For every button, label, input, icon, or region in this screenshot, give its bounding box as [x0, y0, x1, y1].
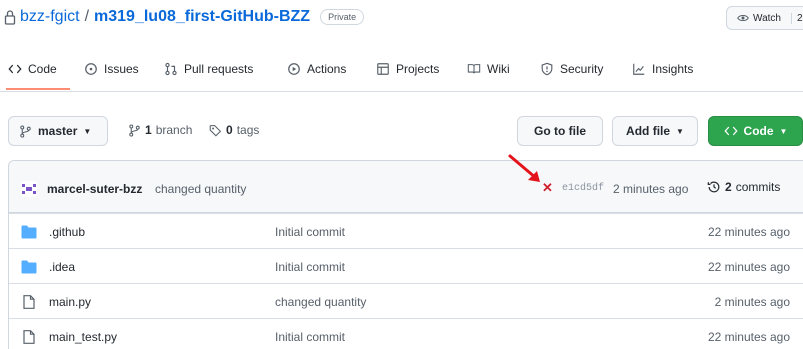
tab-issues-label: Issues — [104, 62, 139, 76]
branches-link[interactable]: 1 branch — [128, 123, 192, 137]
file-commit-message-link[interactable]: changed quantity — [275, 295, 366, 309]
folder-icon — [21, 260, 37, 274]
tag-count: 0 — [226, 123, 233, 137]
tab-projects[interactable]: Projects — [376, 62, 439, 76]
visibility-badge: Private — [320, 9, 365, 25]
repo-lock-icon — [4, 10, 16, 25]
file-icon — [23, 330, 35, 344]
tab-insights-label: Insights — [652, 62, 694, 76]
repo-owner-link[interactable]: bzz-fgict — [20, 8, 80, 26]
branch-select-button[interactable]: master ▼ — [8, 116, 108, 146]
file-name-link[interactable]: main_test.py — [49, 330, 117, 344]
git-pull-request-icon — [165, 62, 177, 76]
branch-name: master — [38, 124, 78, 138]
go-to-file-label: Go to file — [534, 124, 586, 138]
code-dropdown-button[interactable]: Code ▼ — [708, 116, 803, 146]
branch-count: 1 — [145, 123, 152, 137]
file-row[interactable]: .github Initial commit 22 minutes ago — [9, 213, 803, 248]
eye-icon — [737, 14, 749, 22]
tab-projects-label: Projects — [396, 62, 440, 76]
watch-count: 2 — [790, 12, 803, 24]
code-icon — [8, 64, 22, 74]
add-file-label: Add file — [626, 124, 671, 138]
annotation-arrow-icon — [508, 154, 540, 182]
tab-code-label: Code — [28, 62, 57, 76]
git-branch-icon — [129, 123, 140, 137]
file-name-link[interactable]: .idea — [49, 260, 75, 274]
issue-opened-icon — [85, 63, 97, 75]
chevron-down-icon: ▼ — [779, 126, 788, 136]
file-name-link[interactable]: main.py — [49, 295, 91, 309]
table-icon — [377, 63, 389, 75]
repo-nav: Code Issues Pull requests Actions Projec… — [0, 54, 803, 92]
tag-word: tags — [236, 123, 260, 137]
graph-icon — [633, 63, 645, 75]
file-row[interactable]: main_test.py Initial commit 22 minutes a… — [9, 318, 803, 349]
watch-label: Watch — [753, 12, 781, 24]
file-commit-time: 22 minutes ago — [707, 330, 790, 344]
tab-pull-requests-label: Pull requests — [184, 62, 254, 76]
chevron-down-icon: ▼ — [676, 126, 684, 136]
repo-path-separator: / — [84, 8, 90, 25]
file-commit-message-link[interactable]: Initial commit — [275, 225, 345, 239]
file-icon — [23, 295, 35, 309]
active-tab-underline — [6, 88, 70, 90]
tab-wiki-label: Wiki — [487, 62, 510, 76]
commit-time: 2 minutes ago — [613, 182, 689, 196]
tab-wiki[interactable]: Wiki — [467, 62, 510, 76]
repo-title: bzz-fgict / m319_lu08_first-GitHub-BZZ P… — [4, 8, 365, 26]
folder-icon — [21, 225, 37, 239]
latest-commit-bar: marcel-suter-bzz changed quantity ✕ e1cd… — [9, 161, 803, 213]
tab-security[interactable]: Security — [540, 62, 603, 76]
book-icon — [467, 64, 481, 74]
file-commit-time: 22 minutes ago — [707, 225, 790, 239]
file-commit-message-link[interactable]: Initial commit — [275, 330, 345, 344]
git-branch-icon — [20, 124, 31, 138]
add-file-button[interactable]: Add file ▼ — [612, 116, 698, 146]
repo-name-link[interactable]: m319_lu08_first-GitHub-BZZ — [94, 8, 310, 26]
commits-history-link[interactable]: 2 commits — [707, 180, 780, 194]
tab-code[interactable]: Code — [8, 62, 57, 76]
watch-button[interactable]: Watch 2 — [726, 6, 803, 30]
avatar[interactable] — [21, 181, 37, 197]
file-row[interactable]: .idea Initial commit 22 minutes ago — [9, 248, 803, 283]
go-to-file-button[interactable]: Go to file — [517, 116, 603, 146]
commit-author-link[interactable]: marcel-suter-bzz — [47, 182, 142, 196]
shield-icon — [541, 62, 553, 76]
commit-count: 2 — [725, 180, 732, 194]
tags-link[interactable]: 0 tags — [209, 123, 259, 137]
tab-security-label: Security — [560, 62, 604, 76]
play-icon — [288, 63, 300, 75]
commit-word: commits — [735, 180, 781, 194]
tab-actions-label: Actions — [307, 62, 347, 76]
commit-message-link[interactable]: changed quantity — [155, 182, 246, 196]
file-browser: marcel-suter-bzz changed quantity ✕ e1cd… — [8, 160, 803, 349]
file-commit-message-link[interactable]: Initial commit — [275, 260, 345, 274]
history-icon — [707, 181, 720, 193]
branch-word: branch — [155, 123, 193, 137]
chevron-down-icon: ▼ — [83, 126, 92, 136]
tag-icon — [209, 124, 222, 137]
commit-sha-link[interactable]: e1cd5df — [562, 183, 604, 194]
file-row[interactable]: main.py changed quantity 2 minutes ago — [9, 283, 803, 318]
file-name-link[interactable]: .github — [49, 225, 85, 239]
code-button-label: Code — [743, 124, 774, 138]
tab-pull-requests[interactable]: Pull requests — [164, 62, 253, 76]
file-commit-time: 22 minutes ago — [707, 260, 790, 274]
tab-issues[interactable]: Issues — [84, 62, 139, 76]
tab-insights[interactable]: Insights — [632, 62, 693, 76]
file-commit-time: 2 minutes ago — [714, 295, 790, 309]
repo-header: bzz-fgict / m319_lu08_first-GitHub-BZZ P… — [0, 0, 803, 40]
code-icon — [723, 126, 738, 136]
tab-actions[interactable]: Actions — [287, 62, 346, 76]
